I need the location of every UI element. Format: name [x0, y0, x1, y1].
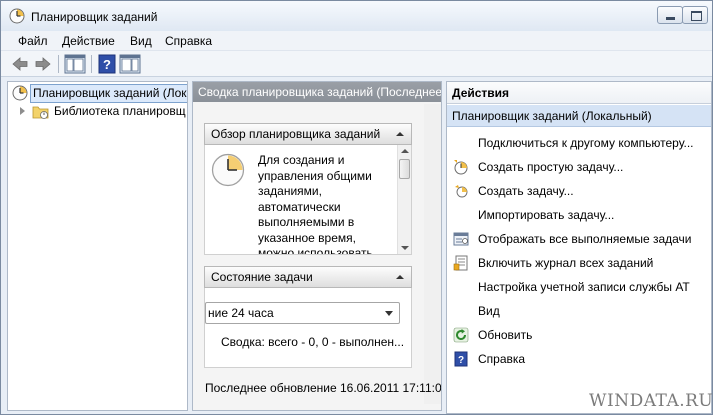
folder-icon [32, 106, 49, 119]
action-display-running-tasks[interactable]: Отображать все выполняемые задачи [447, 227, 711, 251]
clock-icon [12, 85, 28, 101]
help-icon[interactable]: ? [97, 54, 117, 74]
overview-description: Для создания и управления общими задания… [258, 153, 373, 255]
action-label: Включить журнал всех заданий [478, 256, 654, 270]
action-import-task[interactable]: Импортировать задачу... [447, 203, 711, 227]
collapse-icon[interactable] [396, 275, 404, 279]
summary-header: Сводка планировщика заданий (Последнее [193, 82, 441, 102]
refresh-icon [453, 327, 469, 343]
actions-section-header[interactable]: Планировщик заданий (Локальный) [447, 105, 711, 127]
summary-scrollbar[interactable] [424, 104, 441, 404]
status-summary: Сводка: всего - 0, 0 - выполнен... [221, 335, 405, 349]
toolbar-separator [91, 55, 92, 73]
summary-pane: Сводка планировщика заданий (Последнее О… [192, 81, 442, 411]
scroll-thumb[interactable] [399, 159, 410, 179]
create-basic-task-icon [454, 160, 468, 175]
toolbar: ? [1, 51, 712, 77]
history-log-icon [453, 255, 468, 271]
scroll-down-icon[interactable] [401, 246, 409, 250]
scroll-up-icon[interactable] [401, 149, 409, 153]
menu-file[interactable]: Файл [18, 34, 48, 48]
menu-bar: Файл Действие Вид Справка [1, 31, 712, 51]
status-section-body: ние 24 часа Сводка: всего - 0, 0 - выпол… [204, 288, 412, 368]
tree-item-library[interactable]: Библиотека планировщ [8, 103, 187, 122]
status-section-title: Состояние задачи [211, 270, 313, 284]
maximize-button[interactable] [682, 6, 708, 24]
status-section-header[interactable]: Состояние задачи [204, 266, 412, 288]
expand-arrow-icon[interactable] [20, 107, 25, 115]
action-create-basic-task[interactable]: Создать простую задачу... [447, 155, 711, 179]
running-tasks-icon [453, 232, 469, 246]
actions-pane: Действия Планировщик заданий (Локальный)… [446, 81, 712, 414]
tree-item-label: Библиотека планировщ [54, 104, 186, 118]
action-label: Создать задачу... [478, 184, 574, 198]
actions-section-title: Планировщик заданий (Локальный) [452, 109, 652, 123]
forward-icon[interactable] [33, 54, 53, 74]
svg-text:?: ? [458, 355, 464, 366]
minimize-button[interactable] [657, 6, 683, 24]
help-icon: ? [454, 351, 468, 367]
clock-icon [9, 8, 25, 24]
action-label: Импортировать задачу... [478, 208, 615, 222]
watermark: WINDATA.RU [589, 391, 713, 411]
status-period-value: ние 24 часа [208, 306, 274, 320]
collapse-icon[interactable] [396, 132, 404, 136]
show-hide-console-tree-icon[interactable] [64, 54, 86, 74]
task-scheduler-window: Планировщик заданий Файл Действие Вид Сп… [0, 0, 713, 415]
overview-section-header[interactable]: Обзор планировщика заданий [204, 123, 412, 145]
last-update-text: Последнее обновление 16.06.2011 17:11:04 [205, 381, 442, 395]
overview-section-body: Для создания и управления общими задания… [204, 145, 412, 255]
clock-icon [211, 153, 245, 187]
create-task-icon [455, 185, 468, 198]
toolbar-separator [58, 55, 59, 73]
overview-scrollbar[interactable] [397, 145, 411, 254]
window-title: Планировщик заданий [31, 10, 158, 24]
action-connect-computer[interactable]: Подключиться к другому компьютеру... [447, 131, 711, 155]
action-create-task[interactable]: Создать задачу... [447, 179, 711, 203]
action-help[interactable]: ? Справка [447, 347, 711, 371]
show-hide-action-pane-icon[interactable] [119, 54, 141, 74]
action-label: Настройка учетной записи службы AT [478, 280, 690, 294]
tree-item-task-scheduler[interactable]: Планировщик заданий (Лок [8, 84, 187, 103]
menu-help[interactable]: Справка [165, 34, 212, 48]
menu-view[interactable]: Вид [130, 34, 152, 48]
action-label: Обновить [478, 328, 533, 342]
overview-section-title: Обзор планировщика заданий [211, 127, 381, 141]
action-label: Вид [478, 304, 500, 318]
action-label: Справка [478, 352, 526, 366]
action-label: Подключиться к другому компьютеру... [478, 136, 694, 150]
action-label: Создать простую задачу... [478, 160, 624, 174]
actions-header: Действия [447, 82, 711, 104]
tree-item-label: Планировщик заданий (Лок [30, 84, 187, 103]
action-label: Отображать все выполняемые задачи [478, 232, 692, 246]
chevron-down-icon[interactable] [385, 311, 393, 316]
action-at-service-account[interactable]: Настройка учетной записи службы AT [447, 275, 711, 299]
console-tree: Планировщик заданий (Лок Библиотека план… [7, 81, 188, 411]
action-refresh[interactable]: Обновить [447, 323, 711, 347]
status-period-select[interactable]: ние 24 часа [205, 302, 400, 324]
svg-text:?: ? [103, 57, 111, 72]
action-view[interactable]: Вид [447, 299, 711, 323]
title-bar: Планировщик заданий [1, 1, 712, 31]
action-enable-history[interactable]: Включить журнал всех заданий [447, 251, 711, 275]
back-icon[interactable] [10, 54, 30, 74]
menu-action[interactable]: Действие [62, 34, 115, 48]
